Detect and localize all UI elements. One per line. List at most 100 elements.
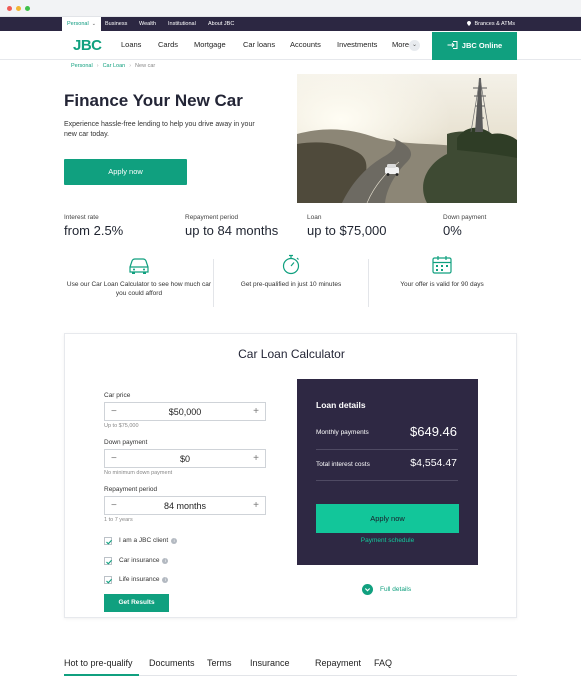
window-maximize-dot[interactable] xyxy=(25,6,30,11)
chevron-down-icon: ⌄ xyxy=(412,42,418,48)
nav-accounts[interactable]: Accounts xyxy=(290,40,321,49)
segment-institutional[interactable]: Institutional xyxy=(168,17,196,31)
stat-interest-value: from 2.5% xyxy=(64,223,124,238)
calendar-icon xyxy=(432,256,452,274)
nav-investments[interactable]: Investments xyxy=(337,40,377,49)
breadcrumb-current: New car xyxy=(135,63,156,69)
segment-about[interactable]: About JBC xyxy=(208,17,234,31)
checkbox[interactable] xyxy=(104,576,113,584)
checkmark-icon xyxy=(106,559,113,565)
down-payment-hint: No minimum down payment xyxy=(104,470,173,476)
checkmark-icon xyxy=(106,539,113,545)
stat-down-payment-label: Down payment xyxy=(443,214,487,221)
feature-divider xyxy=(213,259,214,307)
checkmark-icon xyxy=(106,578,113,584)
checkbox[interactable] xyxy=(104,557,113,565)
minus-icon[interactable]: − xyxy=(111,406,117,417)
repayment-period-value[interactable]: 84 months xyxy=(125,501,245,511)
feature-offer-validity-text: Your offer is valid for 90 days xyxy=(400,281,484,288)
monthly-payments-label: Monthly payments xyxy=(316,429,369,436)
loan-divider xyxy=(316,480,458,481)
nav-loans[interactable]: Loans xyxy=(121,40,141,49)
loan-details-panel: Loan details Monthly payments $649.46 To… xyxy=(297,379,478,565)
hero-road-image xyxy=(297,74,517,203)
browser-window-bar xyxy=(0,0,581,17)
tab-insurance[interactable]: Insurance xyxy=(250,658,290,668)
plus-icon[interactable]: + xyxy=(253,453,259,464)
login-arrow-icon xyxy=(447,41,458,49)
repayment-period-label: Repayment period xyxy=(104,486,158,493)
stat-loan-label: Loan xyxy=(307,214,322,221)
down-payment-label: Down payment xyxy=(104,439,148,446)
nav-cards[interactable]: Cards xyxy=(158,40,178,49)
plus-icon[interactable]: + xyxy=(253,406,259,417)
hero-subtitle: Experience hassle-free lending to help y… xyxy=(64,121,255,138)
segment-business[interactable]: Business xyxy=(105,17,127,31)
car-price-hint: Up to $75,000 xyxy=(104,423,139,429)
branches-atms-link[interactable]: Brances & ATMs xyxy=(467,17,515,31)
window-close-dot[interactable] xyxy=(7,6,12,11)
nav-mortgage[interactable]: Mortgage xyxy=(194,40,226,49)
stat-loan-value: up to $75,000 xyxy=(307,223,387,238)
feature-calculator-text: Use our Car Loan Calculator to see how m… xyxy=(66,281,212,297)
car-price-value[interactable]: $50,000 xyxy=(125,407,245,417)
plus-icon[interactable]: + xyxy=(253,500,259,511)
jbc-online-button[interactable]: JBC Online xyxy=(432,32,517,60)
location-pin-icon xyxy=(467,21,472,26)
tab-repayment[interactable]: Repayment xyxy=(315,658,361,668)
repayment-period-hint: 1 to 7 years xyxy=(104,517,133,523)
loan-apply-button[interactable]: Apply now xyxy=(316,504,459,533)
tab-terms[interactable]: Terms xyxy=(207,658,232,668)
hero-apply-button[interactable]: Apply now xyxy=(64,159,187,185)
feature-prequalify: Get pre-qualified in just 10 minutes xyxy=(216,254,366,309)
feature-calculator: Use our Car Loan Calculator to see how m… xyxy=(64,257,214,309)
interest-costs-label: Total interest costs xyxy=(316,461,370,468)
nav-car-loans[interactable]: Car loans xyxy=(243,40,275,49)
get-results-button[interactable]: Get Results xyxy=(104,594,169,612)
car-icon xyxy=(129,258,149,274)
breadcrumb: Personal › Car Loan › New car xyxy=(71,63,155,69)
more-chevron-button[interactable]: ⌄ xyxy=(409,40,420,51)
car-price-stepper[interactable]: − $50,000 + xyxy=(104,402,266,421)
checkbox-label: Life insurance xyxy=(119,576,160,583)
nav-more[interactable]: More xyxy=(392,40,409,49)
chevron-right-icon: › xyxy=(129,63,132,69)
top-segment-bar: Personal ⌄ Business Wealth Institutional … xyxy=(0,17,581,31)
info-icon[interactable]: i xyxy=(171,538,178,544)
checkbox[interactable] xyxy=(104,537,113,545)
breadcrumb-car-loan[interactable]: Car Loan xyxy=(103,63,126,69)
chevron-down-icon: ⌄ xyxy=(91,21,96,27)
chevron-right-icon: › xyxy=(96,63,99,69)
checkbox-label: I am a JBC client xyxy=(119,537,169,544)
full-details-label: Full details xyxy=(380,586,412,593)
page-title: Finance Your New Car xyxy=(64,91,243,110)
calculator-title: Car Loan Calculator xyxy=(238,347,345,361)
stat-repayment-label: Repayment period xyxy=(185,214,239,221)
payment-schedule-link[interactable]: Payment schedule xyxy=(297,537,478,544)
page: Personal ⌄ Business Wealth Institutional … xyxy=(0,17,581,689)
stopwatch-icon xyxy=(282,254,300,275)
stat-interest-label: Interest rate xyxy=(64,214,99,221)
feature-offer-validity: Your offer is valid for 90 days xyxy=(367,256,517,309)
loan-details-title: Loan details xyxy=(316,400,366,410)
repayment-period-stepper[interactable]: − 84 months + xyxy=(104,496,266,515)
tab-pre-qualify[interactable]: Hot to pre-qualify xyxy=(64,658,133,668)
minus-icon[interactable]: − xyxy=(111,500,117,511)
stat-repayment-value: up to 84 months xyxy=(185,223,279,238)
tab-faq[interactable]: FAQ xyxy=(374,658,392,668)
minus-icon[interactable]: − xyxy=(111,453,117,464)
chevron-down-circle-icon xyxy=(362,584,373,595)
window-minimize-dot[interactable] xyxy=(16,6,21,11)
jbc-logo[interactable]: JBC xyxy=(73,37,102,54)
checkbox-label: Car insurance xyxy=(119,557,160,564)
segment-wealth[interactable]: Wealth xyxy=(139,17,156,31)
segment-personal[interactable]: Personal ⌄ xyxy=(62,17,101,31)
down-payment-stepper[interactable]: − $0 + xyxy=(104,449,266,468)
breadcrumb-personal[interactable]: Personal xyxy=(71,63,93,69)
info-icon[interactable]: i xyxy=(162,558,169,564)
tab-documents[interactable]: Documents xyxy=(149,658,195,668)
info-icon[interactable]: i xyxy=(162,577,169,583)
car-price-label: Car price xyxy=(104,392,131,399)
down-payment-value[interactable]: $0 xyxy=(125,454,245,464)
stat-down-payment-value: 0% xyxy=(443,223,462,238)
